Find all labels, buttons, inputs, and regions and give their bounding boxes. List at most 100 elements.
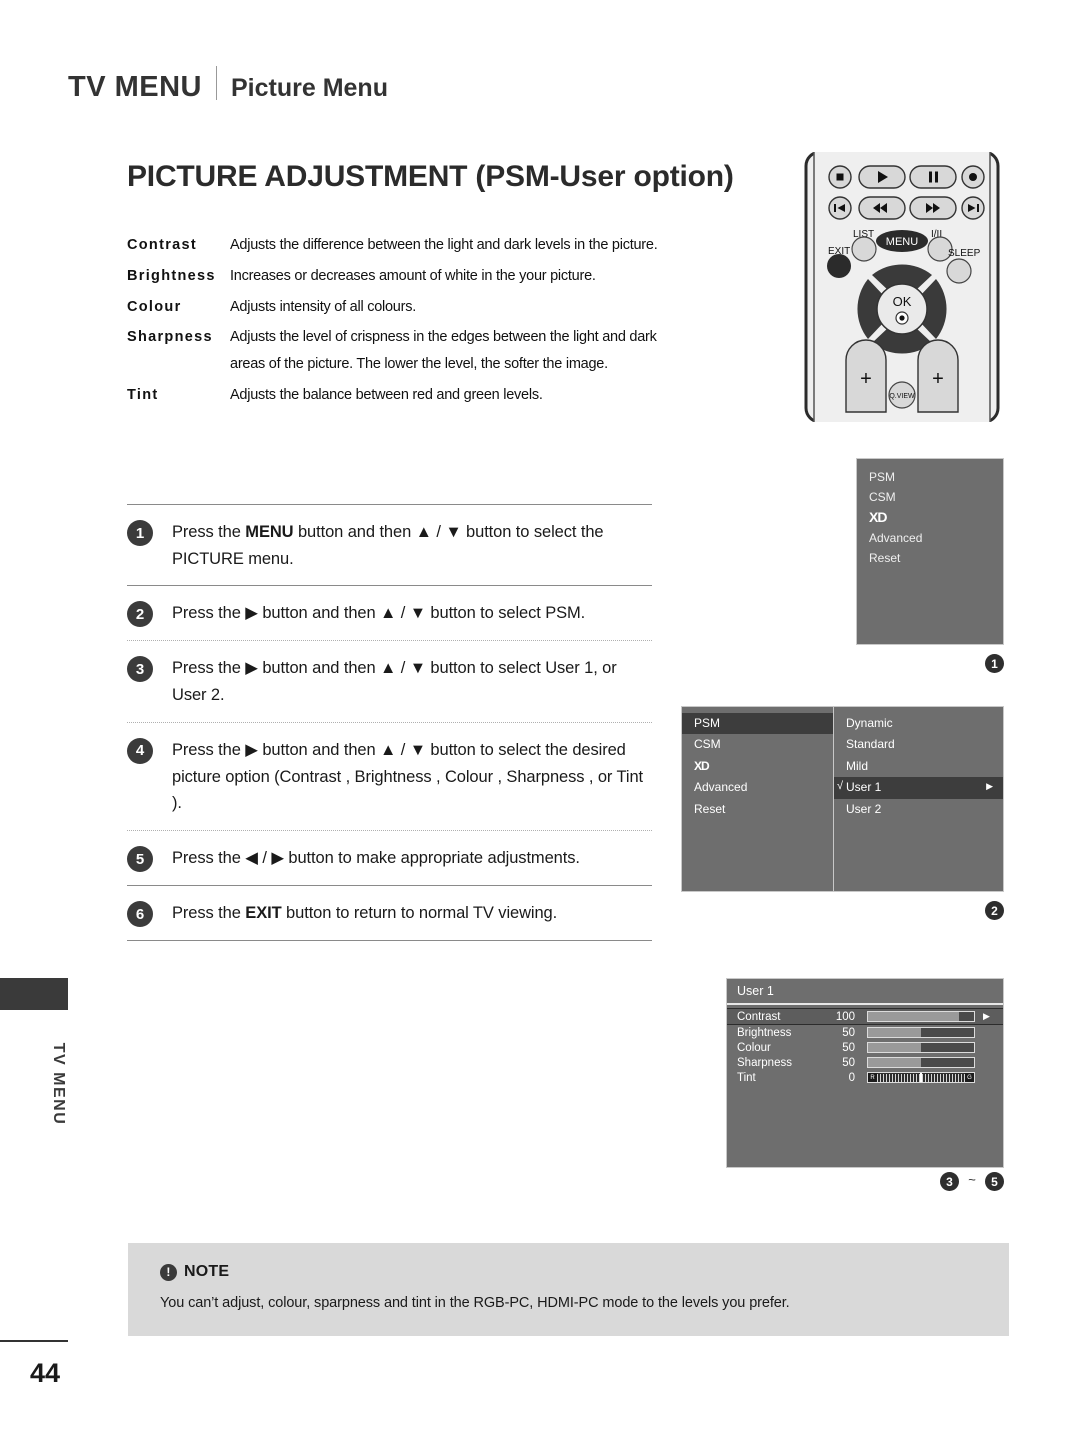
figure-badge-1: 1	[985, 654, 1004, 673]
chevron-right-icon: ▶	[983, 1011, 990, 1021]
remote-ok-button	[876, 283, 928, 335]
page-number-rule	[0, 1340, 68, 1342]
adjust-row-tint[interactable]: Tint 0 R G	[727, 1070, 1003, 1085]
step-text: Press the ▶ button and then ▲ / ▼ button…	[172, 604, 586, 623]
remote-sleep-button	[946, 258, 972, 284]
adjust-label: Sharpness	[737, 1056, 792, 1069]
definition-term: Brightness	[127, 267, 216, 284]
adjust-label: Tint	[737, 1071, 756, 1084]
remote-control-svg: LIST MENU I/II EXIT SLEEP OK + + Q.VIEW	[804, 150, 1000, 424]
definition-description: Adjusts the level of crispness in the ed…	[230, 329, 657, 373]
osd1-item-csm[interactable]: CSM	[869, 487, 1003, 507]
osd1-item-psm[interactable]: PSM	[869, 467, 1003, 487]
step-6: 6 Press the EXIT button to return to nor…	[127, 886, 652, 940]
adjust-slider[interactable]	[867, 1057, 975, 1068]
remote-exit-button	[827, 254, 851, 278]
step-1: 1 Press the MENU button and then ▲ / ▼ b…	[127, 505, 652, 585]
page-title: PICTURE ADJUSTMENT (PSM-User option)	[127, 160, 734, 193]
step-text: Press the MENU button and then ▲ / ▼ but…	[172, 523, 604, 568]
remote-sleep-label: SLEEP	[948, 248, 981, 259]
osd2-option-mild[interactable]: Mild	[834, 756, 1003, 777]
definition-row: Brightness Increases or decreases amount…	[127, 263, 667, 290]
definition-table: Contrast Adjusts the difference between …	[127, 232, 667, 413]
osd2-item-advanced[interactable]: Advanced	[682, 777, 833, 798]
header-divider	[216, 66, 217, 100]
definition-description: Adjusts intensity of all colours.	[230, 298, 416, 315]
adjust-row-brightness[interactable]: Brightness 50	[727, 1025, 1003, 1040]
step-3: 3 Press the ▶ button and then ▲ / ▼ butt…	[127, 641, 652, 721]
adjust-label: Colour	[737, 1041, 771, 1054]
step-5: 5 Press the ◀ / ▶ button to make appropr…	[127, 831, 652, 885]
step-badge: 6	[127, 901, 153, 928]
figure-badge-5: 5	[985, 1172, 1004, 1191]
osd2-option-dynamic[interactable]: Dynamic	[834, 713, 1003, 734]
adjust-value: 0	[848, 1071, 855, 1084]
osd3-title: User 1	[727, 979, 1003, 1005]
adjust-value: 50	[842, 1026, 855, 1039]
adjust-label: Brightness	[737, 1026, 792, 1039]
adjust-row-colour[interactable]: Colour 50	[727, 1040, 1003, 1055]
osd1-item-xd[interactable]: XD	[869, 507, 1003, 527]
note-heading-label: NOTE	[184, 1263, 230, 1280]
adjust-slider[interactable]	[867, 1042, 975, 1053]
page-header: TV MENU Picture Menu	[68, 62, 388, 104]
definition-row: Tint Adjusts the balance between red and…	[127, 382, 667, 409]
adjust-value: 50	[842, 1041, 855, 1054]
figure-badge-2: 2	[985, 901, 1004, 920]
tint-slider[interactable]: R G	[867, 1072, 975, 1083]
definition-row: Colour Adjusts intensity of all colours.	[127, 294, 667, 321]
side-section-label: TV MENU	[50, 1042, 67, 1126]
osd2-option-user1[interactable]: √ User 1 ▶	[834, 777, 1003, 799]
osd-picture-menu-1: PSM CSM XD Advanced Reset	[856, 458, 1004, 645]
osd3-adjust-list: Contrast 100 ▶ Brightness 50 Colour 50 S…	[727, 1005, 1003, 1085]
definition-term: Tint	[127, 387, 159, 404]
tint-center-marker	[920, 1073, 923, 1082]
chevron-right-icon: ▶	[986, 781, 993, 792]
tint-red-cap: R	[868, 1073, 877, 1082]
osd2-option-user2[interactable]: User 2	[834, 799, 1003, 820]
figure-badge-3: 3	[940, 1172, 959, 1191]
step-text: Press the EXIT button to return to norma…	[172, 904, 558, 923]
osd2-option-standard[interactable]: Standard	[834, 734, 1003, 755]
osd2-option-user1-label: User 1	[846, 780, 882, 795]
step-text: Press the ▶ button and then ▲ / ▼ button…	[172, 740, 644, 813]
page-number: 44	[30, 1358, 61, 1388]
osd2-item-csm[interactable]: CSM	[682, 734, 833, 755]
definition-term: Colour	[127, 298, 182, 315]
tint-ticks	[877, 1073, 965, 1082]
header-main-title: TV MENU	[68, 71, 202, 103]
osd-picture-menu-2: PSM CSM XD Advanced Reset Dynamic Standa…	[681, 706, 1004, 892]
adjust-row-sharpness[interactable]: Sharpness 50	[727, 1055, 1003, 1070]
osd-user1-adjust: User 1 Contrast 100 ▶ Brightness 50 Colo…	[726, 978, 1004, 1168]
definition-term: Contrast	[127, 237, 198, 253]
adjust-label: Contrast	[737, 1010, 781, 1023]
definition-description: Increases or decreases amount of white i…	[230, 267, 596, 284]
adjust-row-contrast[interactable]: Contrast 100 ▶	[727, 1008, 1003, 1025]
exclamation-icon: !	[160, 1263, 177, 1281]
adjust-value: 50	[842, 1056, 855, 1069]
check-icon: √	[837, 780, 844, 793]
osd2-item-psm[interactable]: PSM	[682, 713, 833, 735]
steps-bottom-rule	[127, 940, 652, 942]
remote-plus-label-left: +	[860, 368, 872, 390]
osd1-item-advanced[interactable]: Advanced	[869, 528, 1003, 548]
step-badge: 1	[127, 520, 153, 546]
step-text: Press the ◀ / ▶ button to make appropria…	[172, 849, 580, 868]
remote-plus-label-right: +	[932, 368, 944, 390]
step-text: Press the ▶ button and then ▲ / ▼ button…	[172, 659, 617, 705]
remote-ok-label: OK	[893, 294, 912, 309]
osd2-item-reset[interactable]: Reset	[682, 799, 833, 820]
note-heading: ! NOTE	[160, 1263, 1009, 1281]
note-body: You can’t adjust, colour, sparpness and …	[160, 1295, 790, 1311]
osd1-item-reset[interactable]: Reset	[869, 548, 1003, 568]
note-box: ! NOTE You can’t adjust, colour, sparpne…	[128, 1243, 1009, 1336]
figure-badge-range-separator: ~	[968, 1172, 976, 1187]
adjust-slider[interactable]	[867, 1027, 975, 1038]
pause-icon	[909, 165, 957, 189]
adjust-slider[interactable]	[867, 1011, 975, 1022]
remote-control-illustration: LIST MENU I/II EXIT SLEEP OK + + Q.VIEW	[802, 150, 1002, 424]
instruction-steps: 1 Press the MENU button and then ▲ / ▼ b…	[127, 504, 652, 942]
osd2-item-xd[interactable]: XD	[682, 756, 833, 777]
step-badge: 5	[127, 846, 153, 873]
step-badge: 3	[127, 656, 153, 683]
